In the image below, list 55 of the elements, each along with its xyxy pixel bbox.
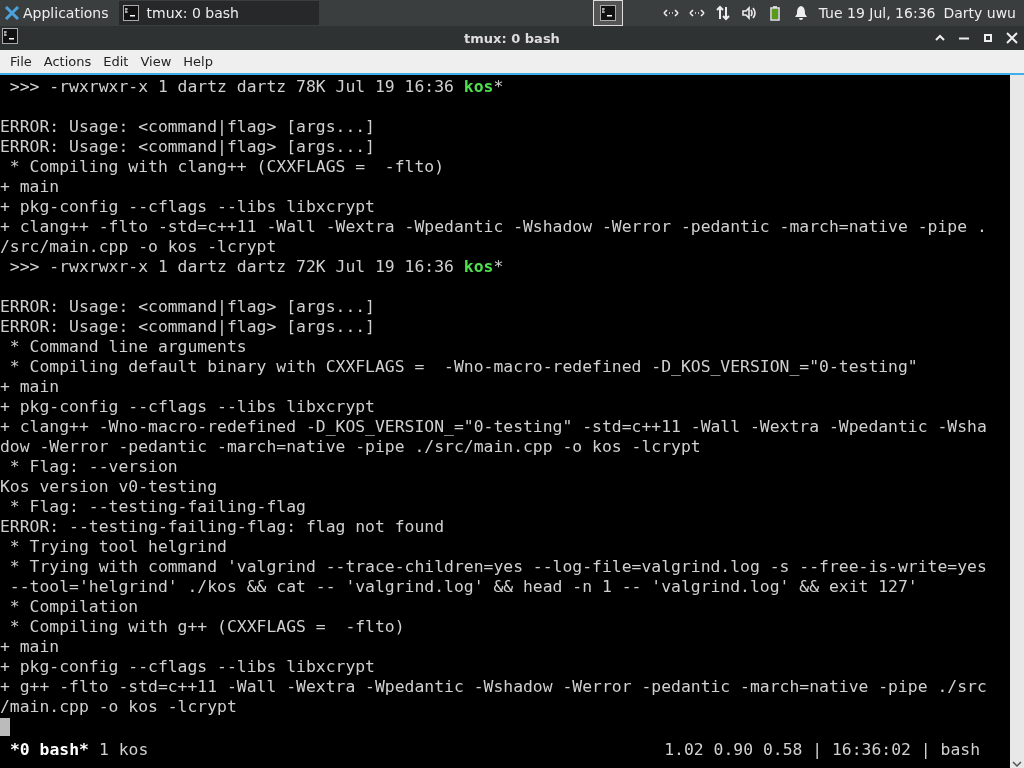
menu-item[interactable]: File (4, 54, 38, 69)
terminal-line: ERROR: --testing-failing-flag: flag not found (0, 517, 446, 537)
terminal-line: + main (0, 637, 61, 657)
terminal-line: dow -Werror -pedantic -march=native -pipe ./src/main.cpp -o kos -lcrypt (0, 437, 702, 457)
up-down-arrows-icon (714, 5, 731, 21)
tmux-window-label: *0 bash* (10, 740, 89, 760)
terminal-line: + pkg-config --cflags --libs libxcrypt (0, 397, 376, 417)
terminal-line: + clang++ -Wno-macro-redefined -D_KOS_VERSION_="0-testing" -std=c++11 -Wall -Wextra -Wpedantic -Wsha (0, 417, 988, 437)
menu-item[interactable]: Actions (37, 54, 98, 69)
volume-icon (740, 5, 757, 21)
clock-text: Tue 19 Jul, 16:36 (818, 5, 936, 21)
terminal-line: + main (0, 377, 61, 397)
menu-item[interactable]: Edit (97, 54, 135, 69)
terminal-line: * Compiling default binary with CXXFLAGS = -Wno-macro-redefined -D_KOS_VERSION_="0-testing" (8, 357, 919, 377)
terminal-icon (122, 5, 139, 21)
terminal-line: * Compiling with g++ (CXXFLAGS = -flto) (8, 617, 406, 637)
terminal-line: * Trying with command 'valgrind --trace-children=yes --log-file=valgrind.log -s --free-is-write=yes (8, 557, 988, 577)
terminal-line: ERROR: Usage: <command|flag> [args...] (0, 297, 376, 317)
terminal-icon (599, 5, 616, 21)
user-name: Darty uwu (943, 5, 1016, 21)
close-icon (1004, 30, 1020, 46)
menu-item[interactable]: Help (177, 54, 219, 69)
taskbar-item[interactable]: tmux: 0 bash (118, 1, 319, 25)
terminal-icon (2, 28, 18, 44)
terminal-line: * Flag: --testing-failing-flag (8, 497, 307, 517)
terminal-line: * Trying tool helgrind (8, 537, 228, 557)
x-logo-icon (4, 5, 20, 21)
terminal-line: ERROR: Usage: <command|flag> [args...] (0, 117, 376, 137)
terminal-line: + clang++ -flto -std=c++11 -Wall -Wextra -Wpedantic -Wshadow -Werror -pedantic -march=native -pipe . (0, 217, 988, 237)
window-title: tmux: 0 bash (464, 30, 560, 46)
workspace-button[interactable] (592, 0, 623, 26)
terminal-line: + main (0, 177, 61, 197)
terminal-line: + g++ -flto -std=c++11 -Wall -Wextra -Wpedantic -Wshadow -Werror -pedantic -march=native -pipe ./src (0, 677, 988, 697)
cursor (0, 718, 10, 736)
applications-menu[interactable]: Applications (0, 0, 113, 26)
menu-item[interactable]: View (134, 54, 178, 69)
minimize-icon (959, 36, 969, 40)
terminal-line: ERROR: Usage: <command|flag> [args...] (0, 137, 376, 157)
terminal-line: >>> -rwxrwxr-x 1 dartz dartz 72K Jul 19 16:36 kos* (8, 257, 505, 277)
bell-icon (792, 5, 809, 21)
terminal-line: ERROR: Usage: <command|flag> [args...] (0, 317, 376, 337)
terminal-line: * Command line arguments (8, 337, 248, 357)
terminal-line: * Compilation (8, 597, 140, 617)
tmux-status-text: 1.02 0.90 0.58 | 16:36:02 | bash (664, 740, 980, 760)
terminal-line: * Flag: --version (8, 457, 179, 477)
tmux-window-label: 1 kos (98, 740, 149, 760)
terminal-line: >>> -rwxrwxr-x 1 dartz dartz 78K Jul 19 16:36 kos* (8, 77, 505, 97)
terminal-line: + pkg-config --cflags --libs libxcrypt (0, 197, 376, 217)
terminal-line: --tool='helgrind' ./kos && cat -- 'valgrind.log' && head -n 1 -- 'valgrind.log' && exit 127' (8, 577, 919, 597)
terminal-line: Kos version v0-testing (0, 477, 219, 497)
terminal-line: + pkg-config --cflags --libs libxcrypt (0, 657, 376, 677)
caret-down-icon (1012, 760, 1022, 768)
terminal-line: /main.cpp -o kos -lcrypt (0, 697, 238, 717)
terminal-line: * Compiling with clang++ (CXXFLAGS = -flto) (8, 157, 446, 177)
terminal-line: /src/main.cpp -o kos -lcrypt (0, 237, 278, 257)
